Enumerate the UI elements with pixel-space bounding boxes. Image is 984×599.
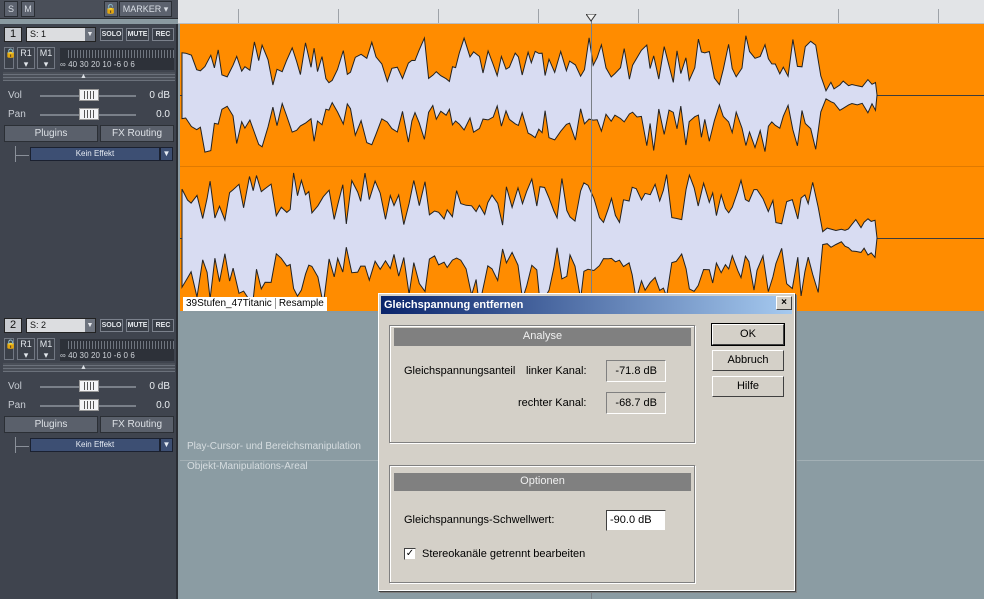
close-button[interactable]: × <box>776 296 792 310</box>
solo-button[interactable]: SOLO <box>100 28 123 41</box>
chevron-down-icon[interactable]: ▼ <box>160 147 173 161</box>
waveform-right-channel <box>181 172 878 306</box>
pan-knob[interactable] <box>79 108 99 120</box>
pan-label: Pan <box>8 400 26 411</box>
options-header: Optionen <box>394 473 691 491</box>
marker-label: MARKER <box>122 4 162 14</box>
right-channel-value: -68.7 dB <box>606 392 666 414</box>
track-number: 2 <box>4 318 22 333</box>
record-input-label: R1 <box>20 48 32 58</box>
lock-icon[interactable]: 🔒 <box>4 47 16 69</box>
track-name-select[interactable]: S: 1 ▼ <box>26 27 96 42</box>
left-channel-label: linker Kanal: <box>526 365 587 377</box>
track-number: 1 <box>4 27 22 42</box>
collapse-icon[interactable]: ▲ <box>80 364 87 371</box>
track-2-header: 2 S: 2 ▼ SOLO MUTE REC 🔒 R1 ▾ M1 ▾ ∞ 40 30 … <box>0 313 178 599</box>
lock-icon[interactable]: 🔒 <box>4 338 16 360</box>
pan-value: 0.0 <box>156 109 170 120</box>
record-input-select[interactable]: R1 ▾ <box>17 47 35 69</box>
plugins-button[interactable]: Plugins <box>4 416 98 433</box>
right-channel-label: rechter Kanal: <box>518 397 587 409</box>
plugins-button[interactable]: Plugins <box>4 125 98 142</box>
waveform-left-channel <box>181 35 878 153</box>
chevron-down-icon: ▼ <box>85 319 95 332</box>
pan-label: Pan <box>8 109 26 120</box>
meter-scale: ∞ 40 30 20 10 -6 0 6 <box>60 60 135 69</box>
solo-button[interactable]: SOLO <box>100 319 123 332</box>
pan-knob[interactable] <box>79 399 99 411</box>
monitor-select[interactable]: M1 ▾ <box>37 338 55 360</box>
dialog-title: Gleichspannung entfernen <box>381 296 792 314</box>
resize-grip[interactable] <box>3 72 175 81</box>
help-button[interactable]: Hilfe <box>712 376 784 397</box>
fx-routing-button[interactable]: FX Routing <box>100 416 174 433</box>
record-button[interactable]: REC <box>152 319 174 332</box>
volume-value: 0 dB <box>149 90 170 101</box>
record-button[interactable]: REC <box>152 28 174 41</box>
level-meter: ∞ 40 30 20 10 -6 0 6 <box>60 48 174 70</box>
threshold-input[interactable]: -90.0 dB <box>606 510 666 531</box>
track-name-select[interactable]: S: 2 ▼ <box>26 318 96 333</box>
waveform <box>181 35 878 306</box>
level-meter: ∞ 40 30 20 10 -6 0 6 <box>60 339 174 361</box>
meter-scale: ∞ 40 30 20 10 -6 0 6 <box>60 351 135 360</box>
threshold-label: Gleichspannungs-Schwellwert: <box>404 514 555 526</box>
clip-label[interactable]: 39Stufen_47Titanic Resample <box>183 297 327 311</box>
dc-component-label: Gleichspannungsanteil <box>404 365 516 377</box>
left-channel-value: -71.8 dB <box>606 360 666 382</box>
resize-grip[interactable] <box>3 363 175 372</box>
track-name: S: 2 <box>30 320 47 330</box>
options-group: Optionen Gleichspannungs-Schwellwert: -9… <box>389 465 695 583</box>
solo-all-button[interactable]: S <box>4 1 18 17</box>
effect-select[interactable]: Kein Effekt <box>30 438 160 452</box>
track-1-header: 1 S: 1 ▼ SOLO MUTE REC 🔒 R1 ▾ M1 ▾ ∞ 40 30 … <box>0 24 178 313</box>
audio-clip[interactable] <box>180 24 984 311</box>
clip-name: 39Stufen_47Titanic <box>186 298 272 309</box>
cancel-button[interactable]: Abbruch <box>712 350 784 371</box>
collapse-icon[interactable]: ▲ <box>80 73 87 80</box>
track-header-toolbar: S M 🔓 MARKER ▾ <box>0 0 178 19</box>
volume-label: Vol <box>8 381 22 392</box>
volume-knob[interactable] <box>79 89 99 101</box>
monitor-label: M1 <box>39 339 53 349</box>
chevron-down-icon: ▼ <box>85 28 95 41</box>
clip-tag: Resample <box>274 298 327 309</box>
volume-label: Vol <box>8 90 22 101</box>
effect-select[interactable]: Kein Effekt <box>30 147 160 161</box>
volume-value: 0 dB <box>149 381 170 392</box>
stereo-separate-label[interactable]: Stereokanäle getrennt bearbeiten <box>422 548 585 560</box>
hint-cursor-area: Play-Cursor- und Bereichsmanipulation <box>187 441 361 452</box>
ok-button[interactable]: OK <box>711 323 785 346</box>
monitor-label: M1 <box>39 48 53 58</box>
play-cursor-handle-icon[interactable] <box>586 14 597 24</box>
mute-all-button[interactable]: M <box>21 1 35 17</box>
stereo-separate-checkbox[interactable]: ✓ <box>404 548 416 560</box>
analysis-group: Analyse Gleichspannungsanteil linker Kan… <box>389 325 695 443</box>
volume-knob[interactable] <box>79 380 99 392</box>
record-input-label: R1 <box>20 339 32 349</box>
dc-offset-dialog: Gleichspannung entfernen × Analyse Gleic… <box>378 293 795 591</box>
timeline-ruler[interactable] <box>178 0 984 24</box>
mute-button[interactable]: MUTE <box>126 28 149 41</box>
mute-button[interactable]: MUTE <box>126 319 149 332</box>
chevron-down-icon[interactable]: ▼ <box>160 438 173 452</box>
lock-icon[interactable]: 🔓 <box>104 1 118 17</box>
pan-value: 0.0 <box>156 400 170 411</box>
hint-object-area: Objekt-Manipulations-Areal <box>187 461 308 472</box>
analysis-header: Analyse <box>394 328 691 346</box>
marker-button[interactable]: MARKER ▾ <box>119 1 172 17</box>
record-input-select[interactable]: R1 ▾ <box>17 338 35 360</box>
monitor-select[interactable]: M1 ▾ <box>37 47 55 69</box>
fx-routing-button[interactable]: FX Routing <box>100 125 174 142</box>
track-name: S: 1 <box>30 29 47 39</box>
